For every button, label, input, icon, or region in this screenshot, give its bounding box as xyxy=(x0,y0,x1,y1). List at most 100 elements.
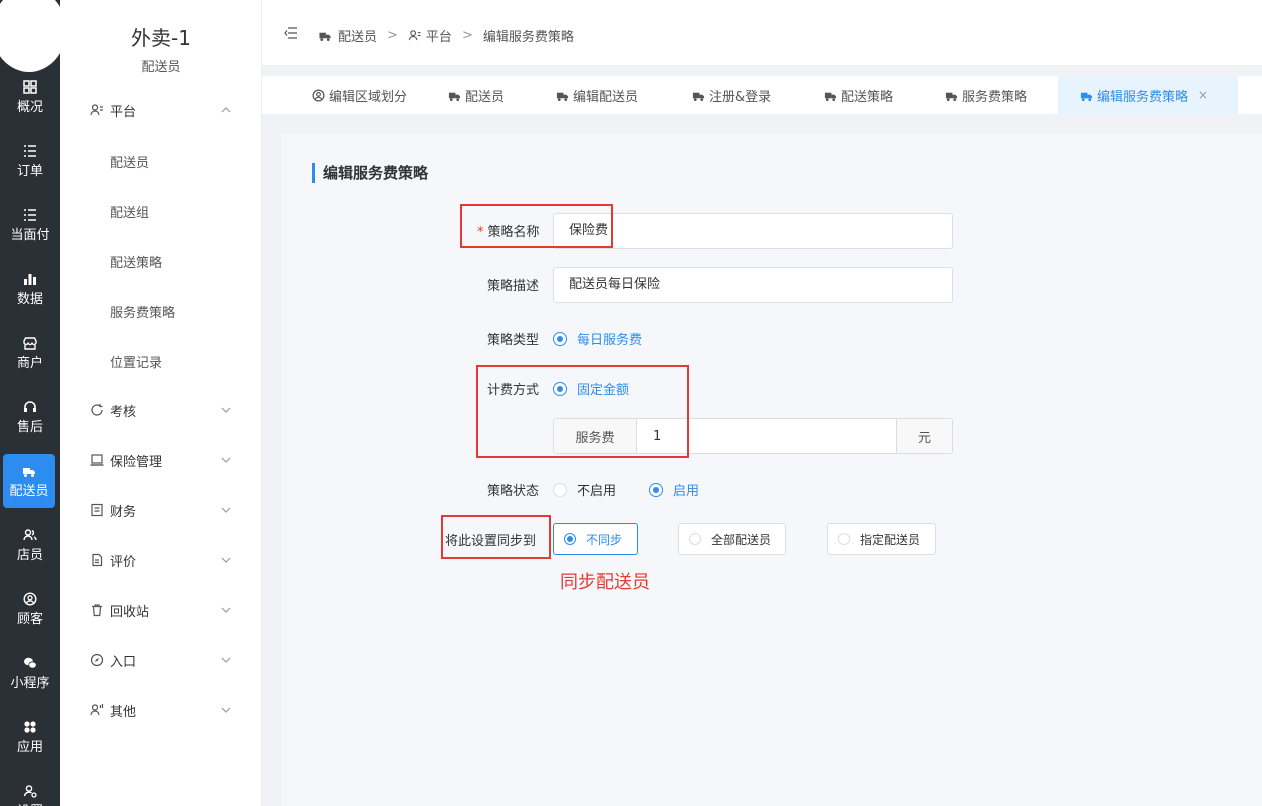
compass-icon xyxy=(90,653,104,667)
radio-label: 全部配送员 xyxy=(711,532,772,547)
laptop-icon xyxy=(90,453,104,467)
tab-delivery-strategy[interactable]: 配送策略 xyxy=(824,76,893,114)
breadcrumb-current: 编辑服务费策略 xyxy=(482,30,574,45)
sidebar-group-finance[interactable]: 财务 xyxy=(90,500,136,520)
rail-item-settings[interactable]: 设置 xyxy=(0,774,60,806)
rail-item-face-pay[interactable]: 当面付 xyxy=(0,198,60,252)
user-list-icon xyxy=(408,30,421,41)
tab-service-fee-strategy[interactable]: 服务费策略 xyxy=(945,76,1027,114)
sync-specified-couriers-radio-button[interactable]: 指定配送员 xyxy=(827,523,936,555)
delivery-icon xyxy=(1080,92,1093,101)
rail-item-delivery[interactable]: 配送员 xyxy=(3,454,55,508)
rail-item-overview[interactable]: 概况 xyxy=(0,70,60,124)
tab-label: 配送员 xyxy=(465,89,505,105)
strategy-type-label: 策略类型 xyxy=(487,333,540,348)
highlight-box-name xyxy=(460,204,613,248)
collapse-menu-icon[interactable] xyxy=(284,27,298,39)
delivery-icon xyxy=(23,467,35,477)
sync-all-couriers-radio-button[interactable]: 全部配送员 xyxy=(678,523,786,555)
radio-label: 指定配送员 xyxy=(860,532,921,547)
users-icon xyxy=(23,528,37,540)
radio-dot xyxy=(564,533,576,545)
delivery-icon xyxy=(448,92,461,101)
store-title: 外卖-1 xyxy=(131,26,191,50)
sidebar-item-delivery-strategy[interactable]: 配送策略 xyxy=(110,252,162,271)
sidebar-group-reviews[interactable]: 评价 xyxy=(90,550,136,570)
radio-dot xyxy=(649,482,663,497)
breadcrumb: 配送员 > 平台 > 编辑服务费策略 xyxy=(318,26,574,45)
rail-label: 设置 xyxy=(17,800,43,806)
currency-suffix: 元 xyxy=(896,419,952,453)
sidebar-item-couriers[interactable]: 配送员 xyxy=(110,152,149,171)
sidebar-group-label: 考核 xyxy=(110,404,137,420)
breadcrumb-item[interactable]: 配送员 xyxy=(338,26,377,45)
radio-label: 不同步 xyxy=(586,532,623,547)
tab-close-icon[interactable]: × xyxy=(1198,88,1208,102)
tab-edit-region[interactable]: 编辑区域划分 xyxy=(312,76,407,114)
sidebar-group-other[interactable]: 其他 xyxy=(90,700,136,720)
rail-item-apps[interactable]: 应用 xyxy=(0,710,60,764)
tab-label: 配送策略 xyxy=(841,89,894,105)
tab-couriers[interactable]: 配送员 xyxy=(448,76,504,114)
sidebar-group-label: 回收站 xyxy=(110,604,150,620)
sidebar-group-label: 保险管理 xyxy=(110,454,163,470)
document-icon xyxy=(90,553,104,567)
status-enabled-radio[interactable]: 启用 xyxy=(649,480,699,499)
rail-item-after-sales[interactable]: 售后 xyxy=(0,390,60,444)
apps-icon xyxy=(24,720,36,733)
sidebar-group-platform[interactable]: 平台 xyxy=(90,100,136,120)
trash-icon xyxy=(90,603,104,617)
app-rail: 概况 订单 当面付 数据 商户 售后 配送员 店员 顾客 小程序 应用 xyxy=(0,0,66,806)
list-icon xyxy=(24,144,36,157)
sidebar-item-courier-groups[interactable]: 配送组 xyxy=(110,202,149,221)
status-disabled-radio[interactable]: 不启用 xyxy=(553,480,616,499)
section-subtitle: 配送员 xyxy=(141,60,181,75)
tab-label: 服务费策略 xyxy=(962,89,1028,105)
strategy-name-input[interactable]: 保险费 xyxy=(553,213,953,249)
user-gear-icon xyxy=(23,784,37,798)
chevron-down-icon[interactable] xyxy=(220,604,232,616)
tab-register-login[interactable]: 注册&登录 xyxy=(692,76,771,114)
sidebar-group-label: 财务 xyxy=(110,504,137,520)
ledger-icon xyxy=(90,503,104,517)
tab-label: 编辑服务费策略 xyxy=(1097,89,1189,105)
list-icon xyxy=(24,208,36,221)
sidebar-group-insurance[interactable]: 保险管理 xyxy=(90,450,162,470)
rail-item-data[interactable]: 数据 xyxy=(0,262,60,316)
tab-edit-service-fee-strategy[interactable]: 编辑服务费策略 × xyxy=(1058,76,1238,114)
sidebar-item-location-log[interactable]: 位置记录 xyxy=(110,352,162,371)
rail-label: 数据 xyxy=(16,291,43,307)
sidebar-group-assessment[interactable]: 考核 xyxy=(90,400,136,420)
radio-dot xyxy=(553,331,567,346)
rail-item-orders[interactable]: 订单 xyxy=(0,134,60,188)
sidebar-group-entry[interactable]: 入口 xyxy=(90,650,136,670)
rail-item-customer[interactable]: 顾客 xyxy=(0,582,60,636)
secondary-sidebar: 外卖-1 配送员 平台 配送员 配送组 配送策略 服务费策略 位置记录 考核 保… xyxy=(60,0,262,806)
logo-avatar xyxy=(0,0,66,72)
breadcrumb-item[interactable]: 平台 xyxy=(426,26,452,45)
type-daily-fee-radio[interactable]: 每日服务费 xyxy=(553,329,642,348)
rail-item-mini-program[interactable]: 小程序 xyxy=(0,646,60,700)
strategy-desc-input[interactable]: 配送员每日保险 xyxy=(553,267,953,303)
rail-item-merchant[interactable]: 商户 xyxy=(0,326,60,380)
sidebar-group-label: 平台 xyxy=(110,104,137,120)
bar-chart-icon xyxy=(24,273,36,285)
rail-label: 顾客 xyxy=(16,611,43,627)
chevron-down-icon[interactable] xyxy=(220,704,232,716)
chevron-up-icon[interactable] xyxy=(220,104,232,116)
chevron-down-icon[interactable] xyxy=(220,454,232,466)
page-tabs: 编辑区域划分 配送员 编辑配送员 注册&登录 配送策略 服务费策略 编辑服务费策… xyxy=(262,76,1262,114)
chevron-down-icon[interactable] xyxy=(220,554,232,566)
sync-none-radio-button[interactable]: 不同步 xyxy=(553,523,638,555)
chevron-down-icon[interactable] xyxy=(220,654,232,666)
user-circle-icon xyxy=(312,89,325,101)
rail-item-staff[interactable]: 店员 xyxy=(0,518,60,572)
chevron-down-icon[interactable] xyxy=(220,404,232,416)
tab-edit-courier[interactable]: 编辑配送员 xyxy=(556,76,638,114)
radio-label: 不启用 xyxy=(577,484,617,499)
sidebar-group-recycle-bin[interactable]: 回收站 xyxy=(90,600,149,620)
chevron-down-icon[interactable] xyxy=(220,504,232,516)
user-list-icon xyxy=(90,103,104,117)
top-bar: 配送员 > 平台 > 编辑服务费策略 xyxy=(262,0,1262,66)
sidebar-item-service-fee-strategy[interactable]: 服务费策略 xyxy=(110,302,175,321)
